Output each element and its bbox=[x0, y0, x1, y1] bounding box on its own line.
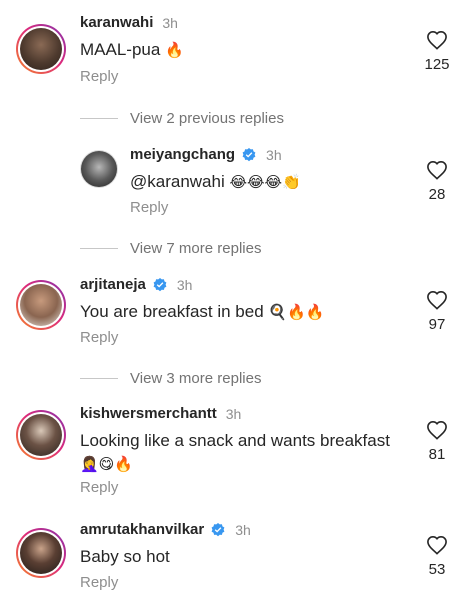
username[interactable]: kishwersmerchantt bbox=[80, 405, 217, 422]
comment-text-emoji: 🤦‍♀️😋🔥 bbox=[80, 454, 133, 474]
like-button[interactable]: 28 bbox=[417, 160, 457, 203]
reply-button[interactable]: Reply bbox=[80, 574, 118, 591]
like-count: 125 bbox=[424, 56, 450, 73]
cooking-fire-emoji: 🍳🔥🔥 bbox=[268, 303, 325, 321]
comment-text: Looking like a snack and wants breakfast bbox=[80, 431, 390, 450]
username[interactable]: meiyangchang bbox=[130, 146, 235, 163]
reply-button[interactable]: Reply bbox=[80, 329, 118, 346]
view-previous-replies[interactable]: View 2 previous replies bbox=[80, 110, 284, 127]
view-more-replies[interactable]: View 3 more replies bbox=[80, 370, 261, 387]
like-button[interactable]: 125 bbox=[417, 30, 457, 73]
mention-link[interactable]: @karanwahi bbox=[130, 172, 225, 191]
heart-icon bbox=[427, 290, 447, 310]
avatar[interactable] bbox=[16, 528, 66, 578]
username[interactable]: arjitaneja bbox=[80, 276, 146, 293]
like-count: 53 bbox=[428, 561, 446, 578]
comment-header: kishwersmerchantt 3h bbox=[80, 405, 241, 422]
timestamp: 3h bbox=[162, 14, 178, 31]
divider bbox=[80, 248, 118, 249]
divider bbox=[80, 118, 118, 119]
like-button[interactable]: 97 bbox=[417, 290, 457, 333]
verified-badge-icon bbox=[211, 522, 225, 536]
like-count: 81 bbox=[428, 446, 446, 463]
comment-text: MAAL-pua 🔥 bbox=[80, 40, 184, 59]
comment-header: karanwahi 3h bbox=[80, 14, 178, 31]
verified-badge-icon bbox=[242, 147, 256, 161]
comment-text: @karanwahi 😂😂😂👏 bbox=[130, 172, 301, 192]
like-count: 97 bbox=[428, 316, 446, 333]
heart-icon bbox=[427, 160, 447, 180]
comment-text: You are breakfast in bed 🍳🔥🔥 bbox=[80, 302, 325, 321]
like-button[interactable]: 81 bbox=[417, 420, 457, 463]
timestamp: 3h bbox=[266, 146, 282, 163]
divider bbox=[80, 378, 118, 379]
username[interactable]: amrutakhanvilkar bbox=[80, 521, 204, 538]
comment-header: arjitaneja 3h bbox=[80, 276, 192, 293]
verified-badge-icon bbox=[153, 277, 167, 291]
comment-header: amrutakhanvilkar 3h bbox=[80, 521, 251, 538]
avatar[interactable] bbox=[16, 280, 66, 330]
facepalm-yum-fire-emoji: 🤦‍♀️😋🔥 bbox=[80, 455, 133, 473]
laughing-emoji: 😂😂😂👏 bbox=[229, 173, 301, 191]
reply-button[interactable]: Reply bbox=[80, 479, 118, 496]
avatar[interactable] bbox=[80, 150, 118, 188]
fire-emoji: 🔥 bbox=[165, 41, 184, 59]
reply-button[interactable]: Reply bbox=[130, 199, 168, 216]
comment-header: meiyangchang 3h bbox=[130, 146, 282, 163]
avatar[interactable] bbox=[16, 410, 66, 460]
timestamp: 3h bbox=[225, 405, 242, 422]
comment-text: Baby so hot bbox=[80, 547, 170, 566]
heart-icon bbox=[427, 420, 447, 440]
timestamp: 3h bbox=[235, 521, 251, 538]
heart-icon bbox=[427, 30, 447, 50]
like-count: 28 bbox=[428, 186, 446, 203]
avatar[interactable] bbox=[16, 24, 66, 74]
username[interactable]: karanwahi bbox=[80, 14, 153, 31]
timestamp: 3h bbox=[176, 276, 193, 293]
like-button[interactable]: 53 bbox=[417, 535, 457, 578]
reply-button[interactable]: Reply bbox=[80, 68, 118, 85]
heart-icon bbox=[427, 535, 447, 555]
view-more-replies[interactable]: View 7 more replies bbox=[80, 240, 261, 257]
